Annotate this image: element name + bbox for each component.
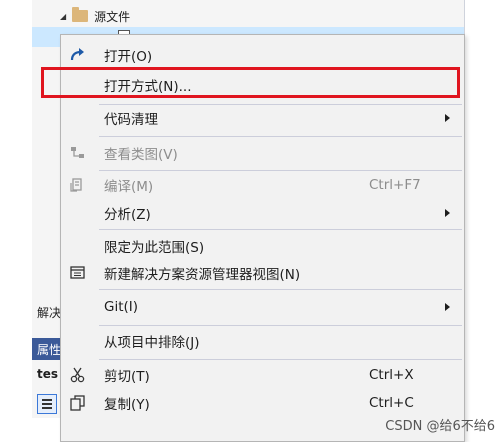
menu-item-new-solution-explorer-view[interactable]: 新建解决方案资源管理器视图(N): [61, 260, 464, 286]
annotation-highlight-box: [41, 67, 460, 98]
submenu-arrow-icon: [445, 114, 450, 122]
menu-item-copy[interactable]: 复制(Y) Ctrl+C: [61, 390, 464, 416]
menu-separator: [99, 136, 462, 137]
new-view-icon: [69, 265, 87, 281]
tree-row-label: 源文件: [94, 9, 131, 24]
folder-icon: [72, 7, 89, 22]
open-arrow-icon: [69, 47, 87, 63]
class-diagram-icon: [69, 145, 87, 161]
submenu-arrow-icon: [445, 303, 450, 311]
tree-row-source-files[interactable]: ◢ 源文件: [60, 6, 130, 26]
categorized-view-icon[interactable]: [37, 394, 57, 414]
menu-item-cut[interactable]: 剪切(T) Ctrl+X: [61, 362, 464, 388]
menu-item-label: 复制(Y): [104, 397, 150, 413]
menu-item-git[interactable]: Git(I): [61, 294, 464, 320]
menu-separator: [99, 229, 462, 230]
menu-separator: [99, 325, 462, 326]
compile-icon: [69, 177, 87, 193]
submenu-arrow-icon: [445, 209, 450, 217]
menu-item-view-class-diagram: 查看类图(V): [61, 140, 464, 166]
menu-item-open[interactable]: 打开(O): [61, 42, 464, 68]
menu-item-label: 从项目中排除(J): [104, 335, 200, 351]
scissors-icon: [69, 367, 87, 383]
tree-expand-arrow-icon[interactable]: ◢: [60, 12, 66, 21]
menu-item-label: Git(I): [104, 299, 139, 315]
menu-item-label: 打开(O): [104, 49, 153, 65]
menu-item-label: 分析(Z): [104, 207, 151, 223]
menu-item-label: 代码清理: [104, 112, 158, 128]
menu-item-shortcut: Ctrl+X: [369, 367, 414, 383]
menu-item-label: 查看类图(V): [104, 147, 178, 163]
menu-item-compile: 编译(M) Ctrl+F7: [61, 172, 464, 198]
menu-item-exclude-from-project[interactable]: 从项目中排除(J): [61, 328, 464, 354]
menu-separator: [99, 289, 462, 290]
menu-item-shortcut: Ctrl+F7: [369, 177, 421, 193]
menu-item-scope-to-this[interactable]: 限定为此范围(S): [61, 233, 464, 259]
copy-icon: [69, 395, 87, 411]
menu-item-label: 剪切(T): [104, 369, 150, 385]
menu-item-label: 编译(M): [104, 179, 154, 195]
menu-separator: [99, 359, 462, 360]
menu-item-shortcut: Ctrl+C: [369, 395, 414, 411]
watermark: CSDN @给6不给6: [385, 419, 495, 434]
menu-item-label: 新建解决方案资源管理器视图(N): [104, 267, 301, 283]
menu-item-label: 限定为此范围(S): [104, 240, 205, 256]
menu-item-analyze[interactable]: 分析(Z): [61, 200, 464, 226]
menu-separator: [99, 170, 462, 171]
menu-item-code-cleanup[interactable]: 代码清理: [61, 105, 464, 131]
